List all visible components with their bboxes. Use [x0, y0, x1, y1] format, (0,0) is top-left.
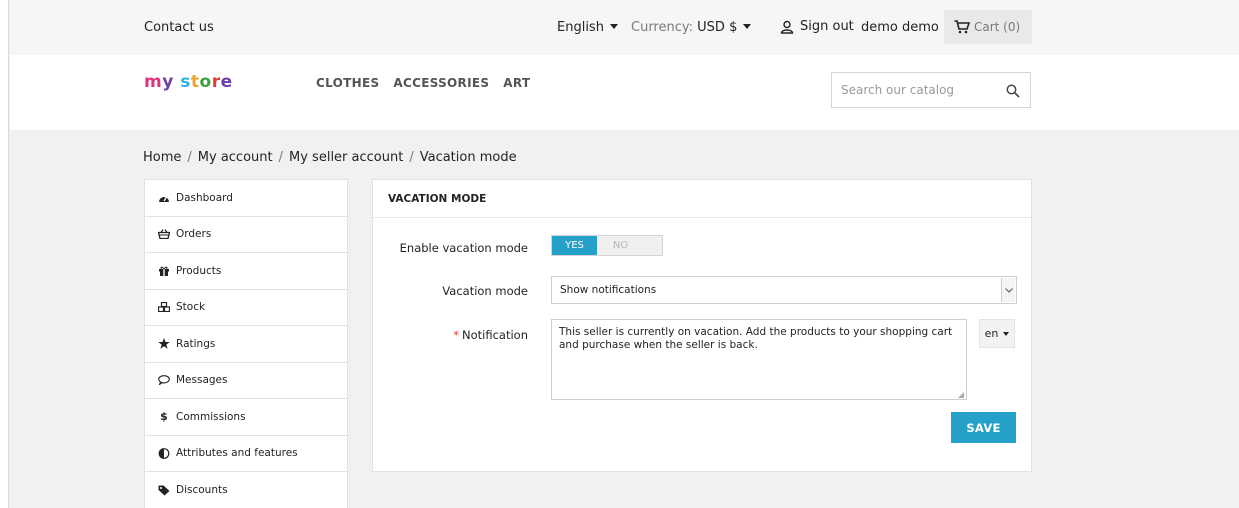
- chevron-down-icon: [1001, 278, 1015, 302]
- vacation-mode-label: Vacation mode: [442, 284, 528, 298]
- user-icon: [780, 20, 794, 34]
- required-mark: *: [453, 328, 459, 342]
- tag-icon: [158, 485, 170, 496]
- chevron-down-icon: [609, 24, 618, 29]
- notification-label-row: * Notification: [378, 328, 528, 342]
- sidebar-item-ratings[interactable]: Ratings: [145, 326, 347, 363]
- orders-icon: [158, 229, 170, 240]
- sidebar-item-label: Attributes and features: [176, 447, 298, 460]
- vacation-mode-select[interactable]: Show notifications: [551, 276, 1017, 304]
- breadcrumb-home[interactable]: Home: [143, 150, 181, 165]
- sidebar-item-stock[interactable]: Stock: [145, 290, 347, 326]
- sidebar-item-products[interactable]: Products: [145, 253, 347, 290]
- sidebar-item-attributes[interactable]: Attributes and features: [145, 436, 347, 472]
- chevron-down-icon: [1003, 331, 1010, 336]
- toggle-yes[interactable]: YES: [552, 236, 597, 255]
- sidebar-item-orders[interactable]: Orders: [145, 217, 347, 253]
- panel-title: VACATION MODE: [373, 180, 1031, 218]
- dollar-icon: $: [160, 410, 168, 424]
- language-label: English: [557, 20, 604, 35]
- currency-selector[interactable]: Currency: USD $: [631, 20, 752, 35]
- seller-sidebar: Dashboard Orders Products Stock Ratings …: [144, 179, 348, 508]
- breadcrumb-seller-account[interactable]: My seller account: [289, 150, 403, 165]
- cart-label: Cart (0): [974, 20, 1021, 34]
- adjust-icon: [158, 447, 170, 459]
- breadcrumb: Home / My account / My seller account / …: [143, 150, 517, 165]
- search-icon[interactable]: [1006, 84, 1020, 98]
- dashboard-icon: [159, 196, 169, 202]
- sidebar-item-discounts[interactable]: Discounts: [145, 472, 347, 508]
- nav-accessories[interactable]: ACCESSORIES: [393, 76, 489, 90]
- nav-clothes[interactable]: CLOTHES: [316, 76, 379, 90]
- breadcrumb-separator: /: [278, 150, 284, 165]
- language-selector[interactable]: English: [557, 20, 618, 35]
- sidebar-item-label: Ratings: [176, 337, 216, 350]
- breadcrumb-separator: /: [409, 150, 414, 165]
- site-header: my store CLOTHES ACCESSORIES ART: [10, 55, 1239, 130]
- chevron-down-icon: [743, 24, 752, 29]
- account-link[interactable]: demo demo: [861, 20, 939, 35]
- sidebar-item-label: Commissions: [176, 410, 246, 423]
- language-code: en: [984, 327, 999, 340]
- top-bar: Contact us English Currency: USD $ Sign …: [10, 0, 1239, 55]
- main-nav: CLOTHES ACCESSORIES ART: [316, 76, 530, 90]
- sidebar-item-label: Messages: [176, 374, 228, 387]
- sidebar-item-commissions[interactable]: $ Commissions: [145, 399, 347, 436]
- resize-grip-icon[interactable]: ◢: [958, 390, 964, 399]
- cart-button[interactable]: Cart (0): [944, 10, 1032, 44]
- enable-vacation-label: Enable vacation mode: [399, 241, 528, 255]
- breadcrumb-my-account[interactable]: My account: [198, 150, 273, 165]
- shopping-cart-icon: [954, 20, 970, 34]
- vacation-toggle[interactable]: YES NO: [551, 235, 663, 256]
- sidebar-item-messages[interactable]: Messages: [145, 363, 347, 399]
- cubes-icon: [158, 302, 170, 313]
- notification-textarea[interactable]: This seller is currently on vacation. Ad…: [551, 319, 967, 400]
- sign-out-label: Sign out: [800, 19, 854, 34]
- sidebar-item-label: Stock: [176, 301, 206, 314]
- sign-out-link[interactable]: Sign out: [780, 19, 854, 34]
- notification-label: Notification: [462, 328, 528, 342]
- language-dropdown[interactable]: en: [979, 319, 1015, 348]
- nav-art[interactable]: ART: [503, 76, 530, 90]
- sidebar-item-label: Products: [176, 264, 222, 277]
- search-input[interactable]: [832, 73, 1002, 107]
- save-button[interactable]: SAVE: [951, 412, 1016, 443]
- star-icon: [158, 338, 170, 350]
- store-logo[interactable]: my store: [144, 72, 233, 92]
- contact-us-link[interactable]: Contact us: [144, 20, 214, 35]
- sidebar-item-dashboard[interactable]: Dashboard: [145, 180, 347, 217]
- sidebar-item-label: Discounts: [176, 484, 228, 497]
- toggle-no[interactable]: NO: [597, 236, 662, 255]
- search-box: [831, 72, 1031, 108]
- gift-icon: [159, 266, 169, 276]
- sidebar-item-label: Dashboard: [176, 191, 233, 204]
- currency-label: Currency:: [631, 20, 694, 35]
- breadcrumb-current: Vacation mode: [419, 150, 517, 165]
- breadcrumb-separator: /: [187, 150, 192, 165]
- sidebar-item-label: Orders: [176, 228, 212, 241]
- window-edge: [0, 0, 9, 508]
- vacation-mode-value: Show notifications: [560, 284, 657, 296]
- vacation-mode-panel: VACATION MODE Enable vacation mode YES N…: [372, 179, 1032, 472]
- comment-icon: [158, 375, 170, 386]
- currency-value: USD $: [697, 20, 738, 35]
